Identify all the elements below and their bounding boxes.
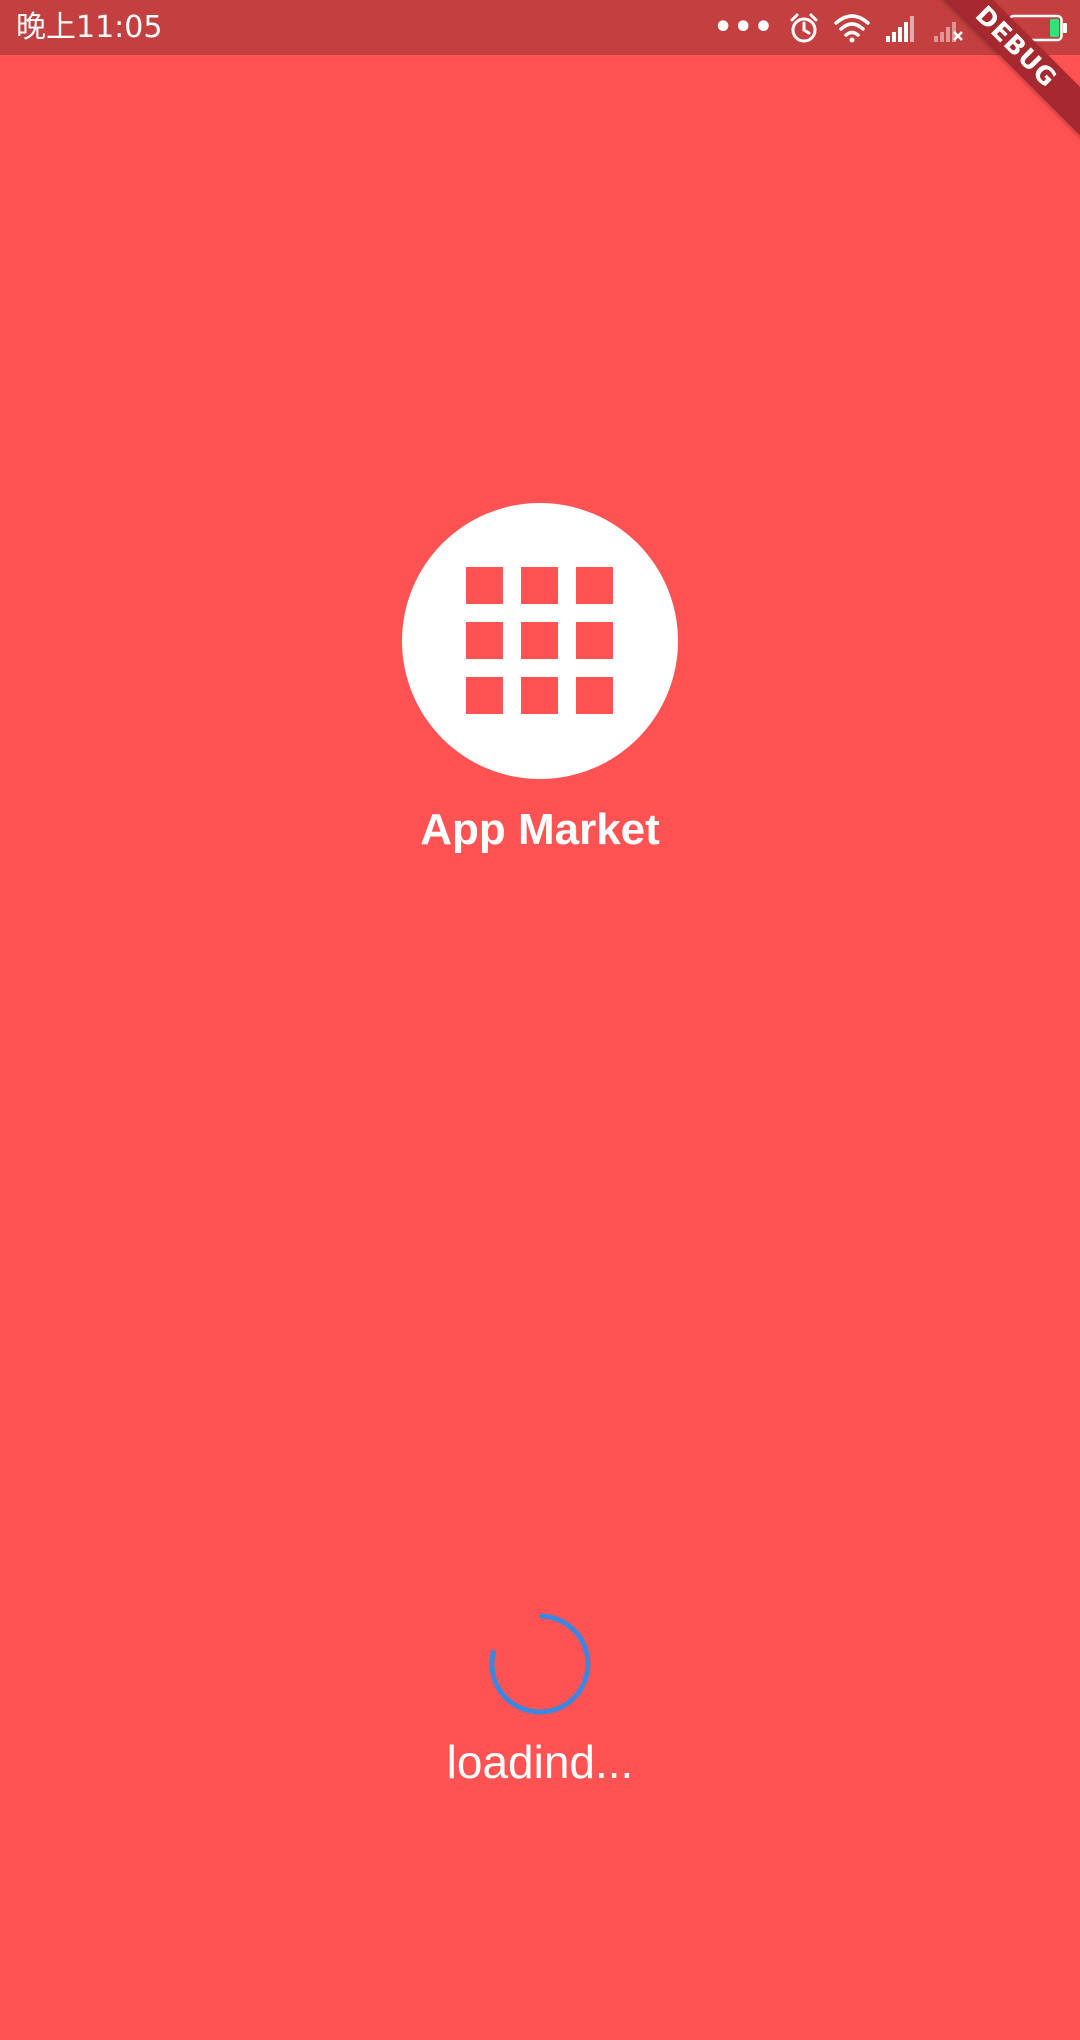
grid-cell [521, 567, 558, 604]
app-logo [402, 503, 678, 779]
grid-cell [576, 677, 613, 714]
loading-spinner [486, 1610, 594, 1718]
apps-grid-icon [466, 567, 614, 715]
alarm-icon [788, 12, 820, 44]
spinner-arc [489, 1613, 591, 1715]
more-dots-icon: ••• [713, 10, 774, 45]
splash-screen: 晚上11:05 ••• DEBUG App Market loadind... [0, 0, 1080, 2040]
grid-cell [576, 567, 613, 604]
grid-cell [466, 677, 503, 714]
app-title: App Market [420, 805, 660, 854]
loading-label: loadind... [446, 1736, 634, 1788]
status-time: 晚上11:05 [16, 10, 163, 45]
signal-no-sim-icon [932, 14, 966, 42]
status-bar: 晚上11:05 ••• [0, 0, 1080, 55]
signal-icon [884, 14, 918, 42]
grid-cell [521, 677, 558, 714]
wifi-icon [834, 13, 870, 43]
grid-cell [466, 622, 503, 659]
grid-cell [576, 622, 613, 659]
grid-cell [466, 567, 503, 604]
grid-cell [521, 622, 558, 659]
